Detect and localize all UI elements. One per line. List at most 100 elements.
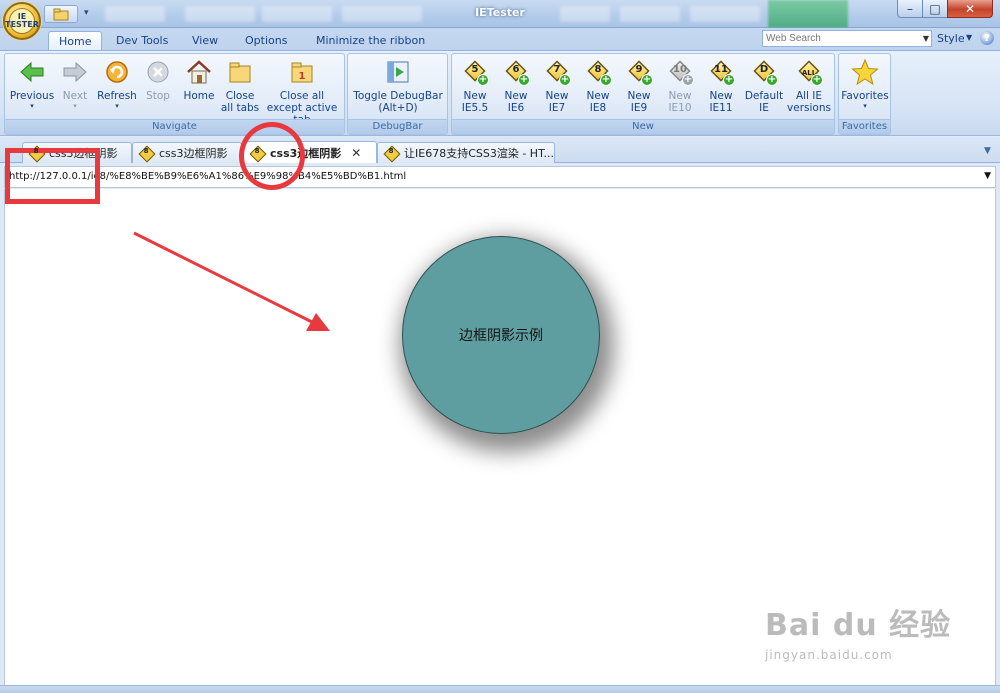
favorites-label: Favorites: [841, 90, 889, 102]
new-ie-label: New: [586, 90, 610, 102]
new-ie10-button[interactable]: 10 + New IE10: [660, 58, 700, 114]
all-ie-versions-button[interactable]: ALL + All IE versions: [786, 58, 832, 114]
baidu-watermark: Bai du 经验 jingyan.baidu.com: [765, 608, 952, 662]
refresh-icon: [106, 61, 128, 83]
annotation-highlight-circle: [239, 122, 305, 190]
doc-tab-label: css3边框阴影: [159, 147, 228, 160]
blurred-taskbar-item: [262, 6, 332, 22]
favorites-button[interactable]: Favorites ▾: [841, 58, 889, 110]
quick-access-toolbar[interactable]: [44, 5, 78, 23]
back-arrow-icon: [20, 61, 44, 83]
ie-version-label: IE: [759, 102, 769, 114]
style-menu[interactable]: Style: [937, 32, 965, 45]
next-button[interactable]: Next ▾: [55, 58, 95, 110]
close-tab-icon[interactable]: ✕: [351, 146, 361, 160]
ietester-logo-icon: IE TESTER: [5, 8, 39, 34]
chevron-down-icon: ▾: [30, 102, 34, 110]
folder-icon: [53, 8, 69, 21]
help-icon[interactable]: ?: [980, 31, 994, 45]
new-ie-label: New: [709, 90, 733, 102]
address-dropdown-icon[interactable]: ▼: [984, 171, 991, 181]
next-label: Next: [62, 90, 88, 102]
forward-arrow-icon: [63, 61, 87, 83]
title-bar: ▾ IETester – □ ✕: [0, 0, 1000, 28]
app-menu-button[interactable]: IE TESTER: [3, 2, 41, 40]
new-group-label: New: [452, 119, 834, 134]
ie-version-icon: 10 +: [668, 60, 694, 86]
style-dropdown-icon[interactable]: ▼: [966, 33, 972, 42]
ie-version-label: IE10: [668, 102, 692, 114]
web-search-input[interactable]: [762, 30, 932, 47]
blurred-taskbar-item: [620, 6, 680, 22]
window-title: IETester: [475, 6, 525, 19]
stop-icon: [147, 61, 169, 83]
ribbon-panel: Previous ▾ Next ▾ Refresh ▾ Stop Home Cl…: [0, 50, 1000, 136]
tab-dev-tools[interactable]: Dev Tools: [106, 31, 178, 50]
ie-version-label: IE7: [548, 102, 566, 114]
ie8-icon: 8: [139, 146, 153, 160]
blurred-taskbar-item: [105, 6, 165, 22]
ie-version-label: IE11: [709, 102, 733, 114]
stop-button[interactable]: Stop: [141, 58, 175, 102]
toggle-debugbar-label: Toggle DebugBar: [353, 90, 443, 102]
refresh-button[interactable]: Refresh ▾: [95, 58, 139, 110]
close-except-active-icon: 1: [291, 62, 313, 83]
svg-text:1: 1: [299, 71, 306, 82]
ie-version-label: versions: [787, 102, 831, 114]
previous-button[interactable]: Previous ▾: [7, 58, 57, 110]
group-navigate: Previous ▾ Next ▾ Refresh ▾ Stop Home Cl…: [4, 53, 345, 135]
search-dropdown-icon[interactable]: ▼: [921, 31, 931, 46]
ie-version-icon: 11 +: [709, 60, 735, 86]
toggle-debugbar-button[interactable]: Toggle DebugBar (Alt+D): [350, 58, 446, 114]
group-debugbar: Toggle DebugBar (Alt+D) DebugBar: [347, 53, 448, 135]
maximize-button[interactable]: □: [922, 0, 948, 18]
ie-version-icon: 6 +: [504, 60, 530, 86]
favorites-group-label: Favorites: [839, 119, 890, 134]
group-new: 5 + New IE5.5 6 + New IE6 7 + New IE7 8 + Ne…: [451, 53, 835, 135]
tab-minimize-ribbon[interactable]: Minimize the ribbon: [306, 31, 435, 50]
shadow-demo-circle: 边框阴影示例: [402, 236, 600, 434]
ie-version-label: IE5.5: [461, 102, 489, 114]
close-all-tabs-button[interactable]: Close all tabs: [219, 58, 261, 114]
close-all-tabs-icon: [229, 62, 251, 83]
tab-home[interactable]: Home: [48, 31, 103, 50]
ie-version-label: IE6: [507, 102, 525, 114]
qat-dropdown-icon[interactable]: ▾: [84, 8, 89, 18]
blurred-taskbar-item: [342, 6, 422, 22]
new-ie-label: New: [668, 90, 692, 102]
address-bar[interactable]: http://127.0.0.1/ie8/%E8%BE%B9%E6%A1%86%…: [4, 166, 996, 188]
new-ie55-button[interactable]: 5 + New IE5.5: [455, 58, 495, 114]
ie-version-icon: 9 +: [627, 60, 653, 86]
ie-version-icon: ALL +: [797, 60, 823, 86]
minimize-button[interactable]: –: [897, 0, 923, 18]
tab-list-dropdown-icon[interactable]: ▼: [984, 146, 991, 156]
previous-label: Previous: [9, 90, 55, 102]
new-ie9-button[interactable]: 9 + New IE9: [619, 58, 659, 114]
new-ie7-button[interactable]: 7 + New IE7: [537, 58, 577, 114]
home-icon: [187, 60, 211, 84]
tab-options[interactable]: Options: [235, 31, 297, 50]
new-ie11-button[interactable]: 11 + New IE11: [701, 58, 741, 114]
ie-version-icon: D +: [752, 60, 778, 86]
chevron-down-icon: ▾: [115, 102, 119, 110]
new-ie8-button[interactable]: 8 + New IE8: [578, 58, 618, 114]
toggle-debugbar-shortcut: (Alt+D): [378, 102, 418, 114]
close-button[interactable]: ✕: [947, 0, 993, 18]
close-all-except-button[interactable]: 1 Close all except active tab: [261, 58, 343, 126]
star-icon: [851, 58, 879, 86]
annotation-highlight-box: [5, 148, 100, 204]
home-button[interactable]: Home: [179, 58, 219, 102]
new-ie-label: All IE: [795, 90, 823, 102]
new-ie-label: New: [627, 90, 651, 102]
close-all-label: Close all tabs: [220, 90, 260, 114]
ietester-window: ▾ IETester – □ ✕ IE TESTER Home Dev Tool…: [0, 0, 1000, 693]
new-ie6-button[interactable]: 6 + New IE6: [496, 58, 536, 114]
tab-view[interactable]: View: [182, 31, 228, 50]
blurred-taskbar-item: [185, 6, 255, 22]
stop-label: Stop: [146, 90, 170, 102]
default-ie-button[interactable]: D + Default IE: [742, 58, 786, 114]
doc-tab[interactable]: 8 让IE678支持CSS3渲染 - HT...: [377, 142, 555, 163]
doc-tab-label: 让IE678支持CSS3渲染 - HT...: [404, 147, 554, 160]
doc-tab[interactable]: 8 css3边框阴影: [132, 142, 242, 163]
debugbar-icon: [387, 61, 409, 83]
